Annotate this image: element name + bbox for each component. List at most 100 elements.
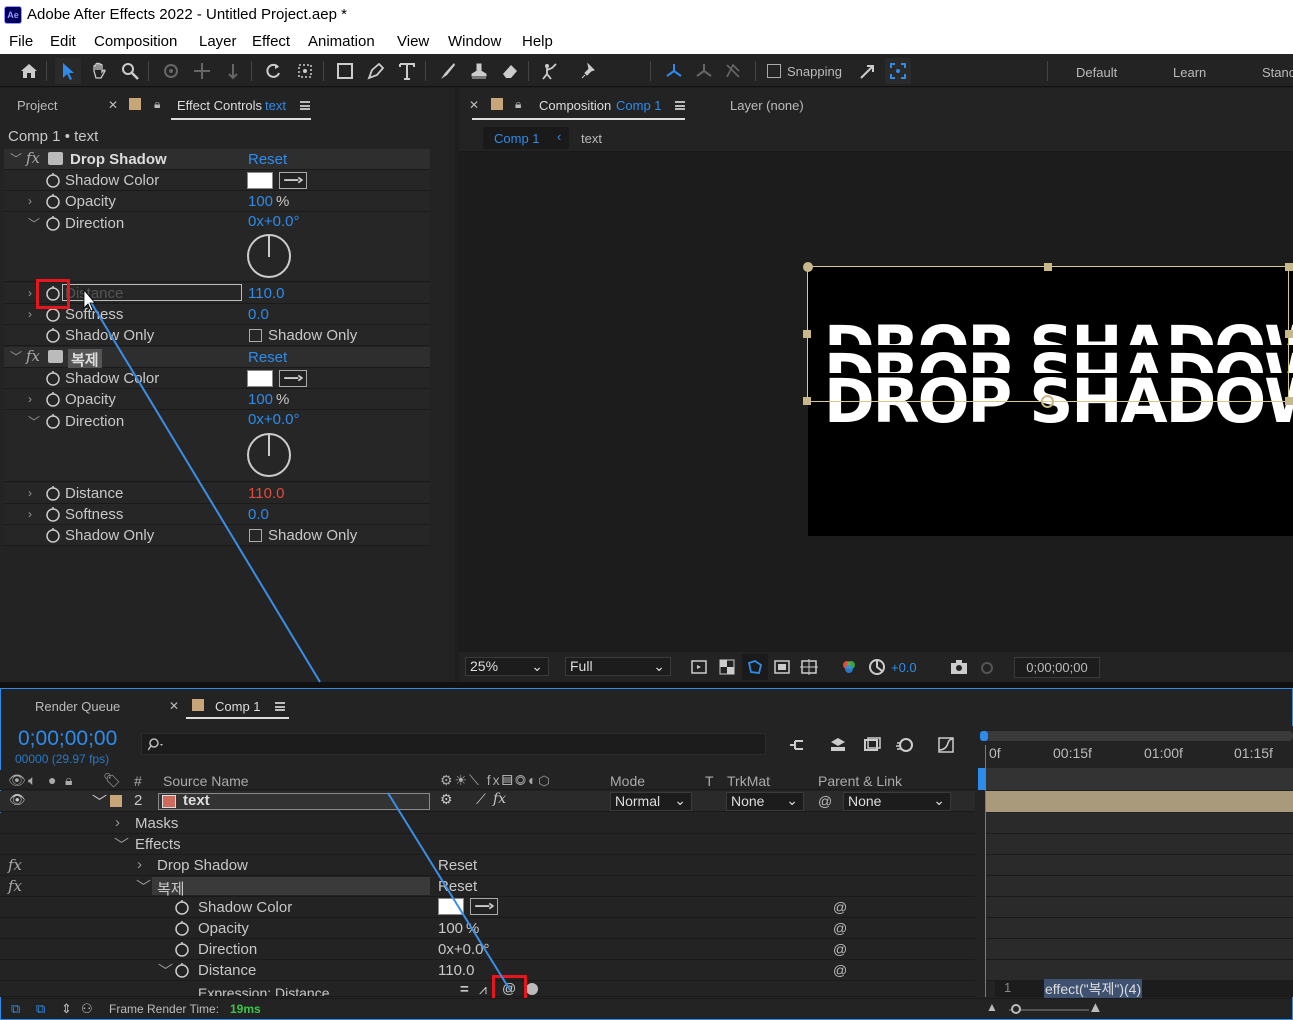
stopwatch-icon[interactable] — [45, 506, 61, 522]
opacity-value[interactable]: 100 — [248, 193, 273, 210]
shadow-only-checkbox[interactable] — [249, 529, 262, 542]
direction-value[interactable]: 0x+0.0° — [248, 411, 299, 428]
layer-name[interactable]: text — [183, 792, 210, 809]
menu-composition[interactable]: Composition — [94, 33, 177, 50]
angle-dial[interactable] — [247, 234, 291, 278]
shadow-only-checkbox[interactable] — [249, 329, 262, 342]
tree-row-distance[interactable]: ﹀ Distance 110.0 @ — [0, 960, 975, 981]
transform-handle[interactable] — [803, 330, 811, 338]
current-time-display[interactable]: 0;00;00;00 — [1014, 657, 1100, 678]
work-area-bar[interactable] — [980, 731, 1293, 741]
shy-switch-icon[interactable]: ⚙︎ — [440, 791, 453, 808]
puppet-pin-tool-icon[interactable] — [576, 58, 602, 84]
angle-dial[interactable] — [247, 433, 291, 477]
eyedropper-icon[interactable] — [279, 172, 307, 189]
stopwatch-icon[interactable] — [45, 391, 61, 407]
toggle-modes-icon[interactable]: ⧉ — [36, 1001, 45, 1017]
transform-handle[interactable] — [1285, 330, 1293, 338]
effect-header-duplicate[interactable]: ﹀ fx 복제 Reset — [4, 347, 430, 370]
tab-render-queue[interactable]: Render Queue — [35, 699, 120, 714]
transform-handle[interactable] — [803, 397, 811, 405]
menu-window[interactable]: Window — [448, 33, 501, 50]
resolution-dropdown[interactable]: Full ⌄ — [565, 657, 671, 676]
property-pickwhip-icon[interactable]: @ — [833, 920, 847, 936]
twirl-closed-icon[interactable]: › — [28, 392, 32, 406]
fast-previews-icon[interactable] — [686, 654, 712, 680]
anchor-point-icon[interactable] — [1041, 395, 1054, 408]
color-swatch[interactable] — [247, 172, 273, 189]
tree-row-shadow-color[interactable]: Shadow Color @ — [0, 897, 975, 918]
stopwatch-icon[interactable] — [45, 327, 61, 343]
direction-value[interactable]: 0x+0.0° — [248, 213, 299, 230]
layer-row[interactable]: 👁︎ ﹀ 2 text ⚙︎ ⟋ fx Normal ⌄ None ⌄ @ None… — [0, 791, 975, 812]
close-icon[interactable]: ✕ — [108, 98, 118, 112]
distance-value[interactable]: 110.0 — [248, 285, 284, 302]
region-of-interest-icon[interactable] — [769, 654, 795, 680]
transform-handle[interactable] — [803, 262, 813, 272]
world-axis-icon[interactable] — [691, 58, 717, 84]
distance-value-expression[interactable]: 110.0 — [248, 485, 284, 502]
reset-exposure-icon[interactable] — [864, 654, 890, 680]
expression-menu-icon[interactable] — [526, 983, 538, 995]
twirl-open-icon[interactable]: ﹀ — [10, 150, 22, 167]
toggle-render-time-icon[interactable]: ⚇ — [81, 1001, 93, 1017]
stopwatch-icon[interactable] — [174, 962, 190, 978]
show-snapshot-icon[interactable] — [974, 654, 1000, 680]
reset-link[interactable]: Reset — [438, 857, 477, 874]
timeline-search-input[interactable] — [141, 733, 766, 755]
snap-options-icon[interactable] — [854, 58, 880, 84]
toggle-switches-icon[interactable]: ⧉ — [11, 1001, 20, 1017]
roto-brush-tool-icon[interactable] — [537, 58, 563, 84]
frame-blending-icon[interactable] — [858, 732, 884, 758]
stopwatch-icon[interactable] — [45, 193, 61, 209]
workspace-learn[interactable]: Learn — [1173, 65, 1206, 80]
stopwatch-icon[interactable] — [45, 527, 61, 543]
transparency-grid-icon[interactable] — [714, 654, 740, 680]
opacity-value[interactable]: 100 — [438, 920, 463, 937]
tree-row-direction[interactable]: Direction 0x+0.0° @ — [0, 939, 975, 960]
menu-effect[interactable]: Effect — [252, 33, 290, 50]
selection-tool-icon[interactable] — [55, 58, 81, 84]
lock-icon[interactable]: 🔒︎ — [154, 97, 160, 112]
menu-help[interactable]: Help — [522, 33, 553, 50]
snapshot-camera-icon[interactable] — [946, 654, 972, 680]
menu-animation[interactable]: Animation — [308, 33, 375, 50]
trkmat-dropdown[interactable]: None ⌄ — [726, 792, 804, 811]
softness-value[interactable]: 0.0 — [248, 306, 269, 323]
tree-row-effects[interactable]: ﹀ Effects — [0, 834, 975, 855]
rectangle-tool-icon[interactable] — [332, 58, 358, 84]
panel-menu-icon[interactable] — [300, 101, 310, 110]
tab-layer[interactable]: Layer (none) — [730, 98, 804, 113]
fx-toggle-icon[interactable]: fx — [26, 149, 40, 167]
reset-link[interactable]: Reset — [248, 151, 287, 168]
stopwatch-icon[interactable] — [174, 899, 190, 915]
stopwatch-icon[interactable] — [174, 941, 190, 957]
clone-stamp-tool-icon[interactable] — [466, 58, 492, 84]
stopwatch-icon[interactable] — [174, 920, 190, 936]
twirl-closed-icon[interactable]: › — [28, 486, 32, 500]
tab-composition[interactable]: Composition — [539, 98, 611, 113]
zoom-slider-handle[interactable] — [1011, 1004, 1021, 1014]
stopwatch-icon[interactable] — [45, 215, 61, 231]
blend-mode-dropdown[interactable]: Normal ⌄ — [610, 792, 692, 811]
snapping-checkbox[interactable] — [767, 64, 781, 78]
stopwatch-icon[interactable] — [45, 370, 61, 386]
expression-text[interactable]: effect("복제")(4) — [1044, 979, 1143, 999]
distance-value-expression[interactable]: 110.0 — [438, 962, 474, 979]
tree-row-drop-shadow[interactable]: fx › Drop Shadow Reset — [0, 855, 975, 876]
hand-tool-icon[interactable] — [86, 58, 112, 84]
softness-value[interactable]: 0.0 — [248, 506, 269, 523]
reset-link[interactable]: Reset — [248, 349, 287, 366]
brush-tool-icon[interactable] — [434, 58, 460, 84]
parent-pickwhip-icon[interactable]: @ — [818, 793, 832, 809]
menu-layer[interactable]: Layer — [199, 33, 237, 50]
menu-file[interactable]: File — [9, 33, 33, 50]
layer-label-swatch[interactable] — [110, 795, 122, 807]
property-pickwhip-icon[interactable]: @ — [833, 941, 847, 957]
pan-camera-icon[interactable] — [189, 58, 215, 84]
property-pickwhip-icon[interactable]: @ — [833, 962, 847, 978]
breadcrumb-layer[interactable]: text — [581, 131, 602, 146]
effect-name[interactable]: 복제 — [157, 878, 185, 899]
channel-icon[interactable] — [836, 654, 862, 680]
column-source-name[interactable]: Source Name — [163, 773, 249, 789]
